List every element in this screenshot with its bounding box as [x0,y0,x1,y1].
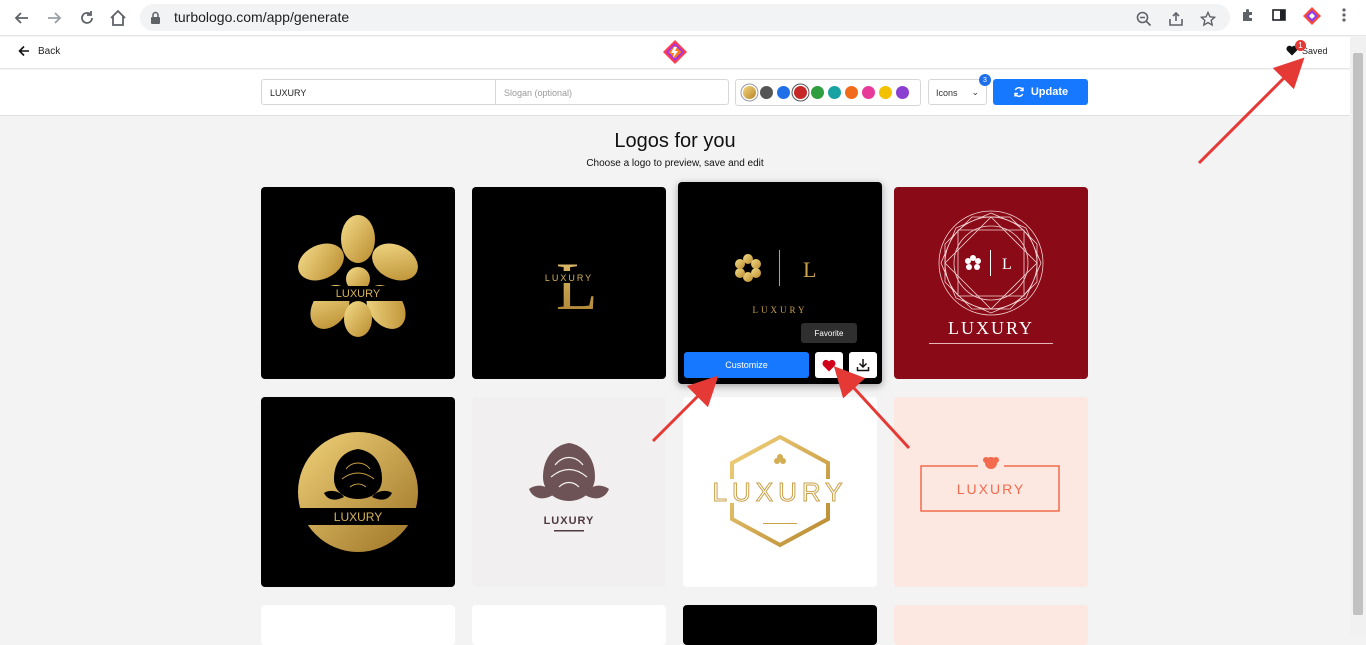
logo-card-11[interactable] [683,605,877,645]
heart-icon [822,359,836,371]
color-swatch-gray[interactable] [760,86,773,99]
logo-card-4[interactable]: L LUXURY [894,187,1088,379]
refresh-icon [1014,87,1024,97]
name-slogan-fields: LUXURY Slogan (optional) [261,79,729,105]
update-button[interactable]: Update [993,79,1088,105]
logo-card-10[interactable] [472,605,666,645]
favorite-tooltip: Favorite [801,323,857,343]
logo-card-8[interactable]: LUXURY [894,397,1088,587]
page-subtitle: Choose a logo to preview, save and edit [586,158,764,169]
icons-select[interactable]: Icons ⌄ 3 [928,74,991,105]
logo-card-1[interactable]: LUXURY [261,187,455,379]
puzzle-icon[interactable] [1240,7,1258,25]
home-icon[interactable] [106,6,130,30]
logo-card-12[interactable] [894,605,1088,645]
logo-3-text: LUXURY [752,305,807,315]
icons-select-label: Icons [936,88,958,98]
logo-4-text: LUXURY [948,318,1034,338]
logo-2-text: LUXURY [545,273,593,283]
share-icon[interactable] [1168,11,1184,27]
color-swatch-teal[interactable] [828,86,841,99]
page-title: Logos for you [614,130,736,152]
lock-icon [150,11,161,29]
coral-frame-logo-icon: LUXURY [920,457,1060,512]
update-label: Update [1030,86,1069,98]
logo-3-letter: L [803,257,816,282]
download-icon [856,359,870,372]
saved-button[interactable]: 1 Saved [1286,40,1328,56]
profile-icon[interactable] [1302,6,1322,26]
back-button[interactable]: Back [18,45,60,57]
browser-toolbar: turbologo.com/app/generate [0,0,1366,36]
color-swatch-green[interactable] [811,86,824,99]
back-icon[interactable] [10,6,34,30]
company-name-input[interactable]: LUXURY [262,80,496,104]
logo-5-text: LUXURY [334,510,382,524]
slogan-input[interactable]: Slogan (optional) [496,80,728,104]
logo-6-text: LUXURY [544,515,595,527]
logo-card-9[interactable] [261,605,455,645]
logo-card-7[interactable]: LUXURY [683,397,877,587]
letter-l-logo-icon: L LUXURY [542,248,598,324]
more-icon[interactable] [1336,7,1354,25]
color-swatch-blue[interactable] [777,86,790,99]
star-icon[interactable] [1199,10,1217,27]
color-swatch-pink[interactable] [862,86,875,99]
turbologo-logo-icon[interactable] [663,40,687,64]
gold-flower-logo-icon: LUXURY [298,215,418,337]
generator-toolbar: LUXURY Slogan (optional) Icons ⌄ 3 Updat… [0,70,1350,116]
logo-2-letter: L [556,248,598,324]
zoom-icon[interactable] [1136,11,1152,27]
geometric-circle-logo-icon: L LUXURY [929,210,1053,344]
logo-8-text: LUXURY [957,481,1026,497]
color-swatch-gold[interactable] [743,86,756,99]
chevron-down-icon: ⌄ [971,87,979,97]
logo-1-text: LUXURY [336,288,381,300]
logo-card-2[interactable]: L LUXURY [472,187,666,379]
gold-rose-logo-icon: LUXURY [291,432,425,552]
download-button[interactable] [849,352,877,378]
customize-button[interactable]: Customize [684,352,809,378]
saved-label: Saved [1302,45,1328,56]
address-bar[interactable]: turbologo.com/app/generate [140,4,1230,31]
url-text: turbologo.com/app/generate [174,9,350,25]
favorite-button[interactable] [815,352,843,378]
reload-icon[interactable] [75,6,99,30]
color-swatch-red[interactable] [794,86,807,99]
gold-hexagon-logo-icon: LUXURY [697,434,863,548]
sidebar-icon[interactable] [1271,7,1289,25]
back-label: Back [38,45,61,57]
arrow-left-icon [18,45,29,57]
page-scrollbar[interactable] [1350,37,1366,637]
logo-card-5[interactable]: LUXURY [261,397,455,587]
color-palette [735,79,921,106]
mauve-rose-logo-icon: LUXURY [529,443,609,532]
color-swatch-orange[interactable] [845,86,858,99]
logo-card-6[interactable]: LUXURY [472,397,666,587]
saved-count-badge: 1 [1295,40,1306,51]
color-swatch-purple[interactable] [896,86,909,99]
logo-4-letter: L [1002,256,1012,273]
icons-count-badge: 3 [979,74,991,86]
color-swatch-yellow[interactable] [879,86,892,99]
scrollbar-thumb[interactable] [1353,53,1363,615]
forward-icon[interactable] [42,6,66,30]
logo-7-text: LUXURY [712,477,847,507]
app-header: Back 1 Saved [0,37,1350,69]
